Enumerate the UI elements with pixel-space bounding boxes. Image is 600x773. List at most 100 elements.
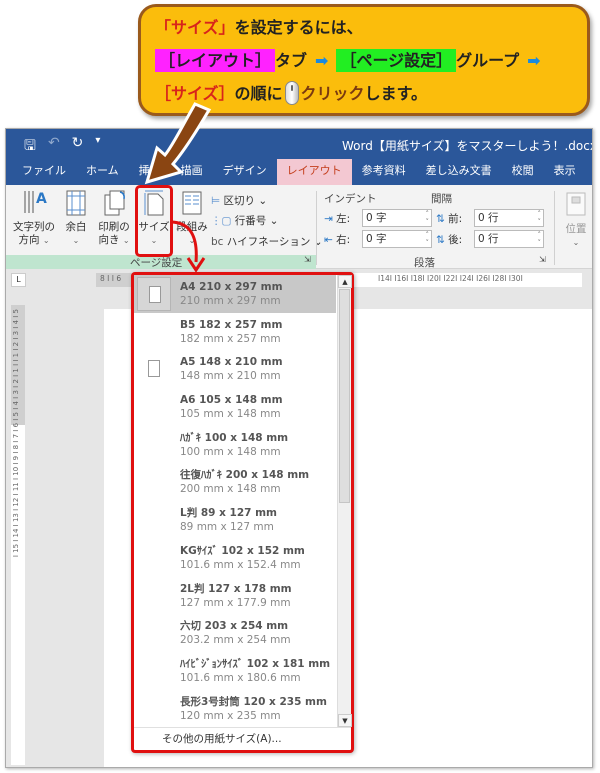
line-numbers-button[interactable]: ⋮▢ 行番号 ⌄ [211,213,278,228]
paper-size-dimensions: 182 mm x 257 mm [180,332,281,345]
paper-size-dimensions: 200 mm x 148 mm [180,483,281,496]
vertical-ruler[interactable]: I 15 I 14 I 13 I 12 I 11 I 10 I 9 I 8 I … [11,305,25,765]
group-label-paragraph: 段落 [414,257,435,269]
pointer-arrow-icon [144,102,212,185]
arrow-right-icon: ➡ [527,51,541,70]
paper-icon-box [137,352,171,386]
tab-home[interactable]: ホーム [76,159,129,185]
hyphenation-icon: bc [211,236,224,248]
paper-icon-box [137,428,171,462]
callout-group-highlight: ［ページ設定］ [336,49,457,72]
paper-size-dimensions: 148 mm x 210 mm [180,370,281,383]
button-label: 方向 [18,234,40,246]
paper-size-item[interactable]: 往復ﾊｶﾞｷ 200 x 148 mm 200 mm x 148 mm [134,463,336,501]
paper-icon-box [137,390,171,424]
scroll-down-button[interactable]: ▼ [338,714,352,727]
paper-size-name: 長形3号封筒 120 x 235 mm [180,695,327,708]
paper-size-dimensions: 210 mm x 297 mm [180,295,281,307]
position-button[interactable]: 位置 ⌄ [561,191,591,249]
label: 右: [336,234,351,246]
paper-size-item[interactable]: L判 89 x 127 mm 89 mm x 127 mm [134,501,336,539]
paper-size-item[interactable]: ﾊｶﾞｷ 100 x 148 mm 100 mm x 148 mm [134,426,336,464]
orientation-button[interactable]: 印刷の 向き ⌄ [96,189,132,247]
document-title: Word【用紙サイズ】をマスターしよう！.docx - Word [342,139,593,153]
redo-icon[interactable]: ↻ [72,135,84,159]
tab-design[interactable]: デザイン [213,159,277,185]
indent-right-label: ⇤ 右: [324,232,350,247]
paper-size-dimensions: 105 mm x 148 mm [180,408,281,421]
paper-size-item[interactable]: ﾊｲﾋﾞｼﾞｮﾝｻｲｽﾞ 102 x 181 mm 101.6 mm x 180.… [134,652,336,690]
indent-right-input[interactable]: 0 字 ˄ ˅ [362,230,432,248]
paper-size-item[interactable]: A6 105 x 148 mm 105 mm x 148 mm [134,388,336,426]
paper-size-dimensions: 101.6 mm x 152.4 mm [180,558,301,571]
paper-size-item[interactable]: KGｻｲｽﾞ 102 x 152 mm 101.6 mm x 152.4 mm [134,539,336,577]
columns-icon [180,189,204,217]
svg-text:A: A [36,191,47,207]
quick-access-toolbar: 🖫 ↶ ↻ ▾ [24,135,100,159]
paper-size-dimensions: 203.2 mm x 254 mm [180,634,291,647]
text-direction-button[interactable]: A 文字列の 方向 ⌄ [12,189,56,247]
scroll-thumb[interactable] [339,289,350,503]
red-curved-arrow-icon [169,220,206,273]
chevron-down-icon: ⌄ [122,236,130,245]
paper-size-item[interactable]: 長形3号封筒 120 x 235 mm 120 mm x 235 mm [134,690,336,727]
paper-size-item[interactable]: 2L判 127 x 178 mm 127 mm x 177.9 mm [134,577,336,615]
button-label: 文字列の [13,221,55,233]
scroll-up-button[interactable]: ▲ [338,275,352,288]
paper-icon-box [137,579,171,613]
more-paper-sizes-link[interactable]: その他の用紙サイズ(A)... [134,727,351,750]
dropdown-scrollbar[interactable]: ▲ ▼ [337,275,352,727]
label: 左: [336,213,351,225]
hyphenation-button[interactable]: bc ハイフネーション ⌄ [211,234,323,249]
indent-right-icon: ⇤ [324,234,333,246]
breaks-button[interactable]: ⊨ 区切り ⌄ [211,193,267,208]
spinner-icon[interactable]: ˄ ˅ [426,231,430,247]
indent-left-input[interactable]: 0 字 ˄ ˅ [362,209,432,227]
tab-developer[interactable]: 開発 [586,159,592,185]
input-value: 0 行 [478,212,499,224]
spacing-after-input[interactable]: 0 行 ˄ ˅ [474,230,544,248]
undo-icon[interactable]: ↶ [48,135,60,159]
paper-size-dimensions: 100 mm x 148 mm [180,445,281,458]
spacing-after-icon: ⇅ [436,234,445,246]
button-label: ハイフネーション ⌄ [226,236,323,248]
paper-size-item[interactable]: A5 148 x 210 mm 148 mm x 210 mm [134,350,336,388]
callout-text: します。 [364,84,427,103]
tab-references[interactable]: 参考資料 [352,159,416,185]
spacing-after-label: ⇅ 後: [436,232,462,247]
tab-review[interactable]: 校閲 [502,159,544,185]
title-bar: 🖫 ↶ ↻ ▾ Word【用紙サイズ】をマスターしよう！.docx - Word [6,129,592,159]
save-icon[interactable]: 🖫 [24,135,36,159]
tab-layout[interactable]: レイアウト [276,159,352,185]
paper-icon-box [137,315,171,349]
tab-selector[interactable]: L [11,273,26,287]
button-label: 余白 [65,221,87,233]
orientation-icon [102,189,126,217]
spinner-icon[interactable]: ˄ ˅ [426,210,430,226]
callout-keyword: サイズ [171,18,219,37]
tab-mailings[interactable]: 差し込み文書 [416,159,502,185]
callout-line-1: 「サイズ」を設定するには、 [155,13,587,46]
paper-size-dimensions: 101.6 mm x 180.6 mm [180,671,301,684]
paragraph-launcher-icon[interactable]: ⇲ [539,255,546,264]
spinner-icon[interactable]: ˄ ˅ [538,231,542,247]
paper-size-item[interactable]: A4 210 x 297 mm 210 mm x 297 mm [134,275,336,313]
spinner-icon[interactable]: ˄ ˅ [538,210,542,226]
paper-size-item[interactable]: 六切 203 x 254 mm 203.2 mm x 254 mm [134,614,336,652]
paper-size-item[interactable]: B5 182 x 257 mm 182 mm x 257 mm [134,313,336,351]
customize-qat-icon[interactable]: ▾ [95,135,100,159]
paper-icon-box [137,465,171,499]
callout-text: グループ [456,51,520,70]
tab-file[interactable]: ファイル [12,159,76,185]
margins-button[interactable]: 余白 ⌄ [61,189,91,247]
input-value: 0 字 [366,212,387,224]
tab-view[interactable]: 表示 [544,159,586,185]
paper-icon-box [137,654,171,688]
callout-text: を設定するには、 [234,18,363,37]
vertical-ruler-numbers: I 15 I 14 I 13 I 12 I 11 I 10 I 9 I 8 I … [12,309,20,558]
paper-size-dropdown: A4 210 x 297 mm 210 mm x 297 mm B5 182 x 2… [131,272,354,753]
paper-size-dimensions: 120 mm x 235 mm [180,709,281,722]
spacing-before-input[interactable]: 0 行 ˄ ˅ [474,209,544,227]
page-setup-launcher-icon[interactable]: ⇲ [304,255,311,264]
paper-icon [149,286,161,303]
